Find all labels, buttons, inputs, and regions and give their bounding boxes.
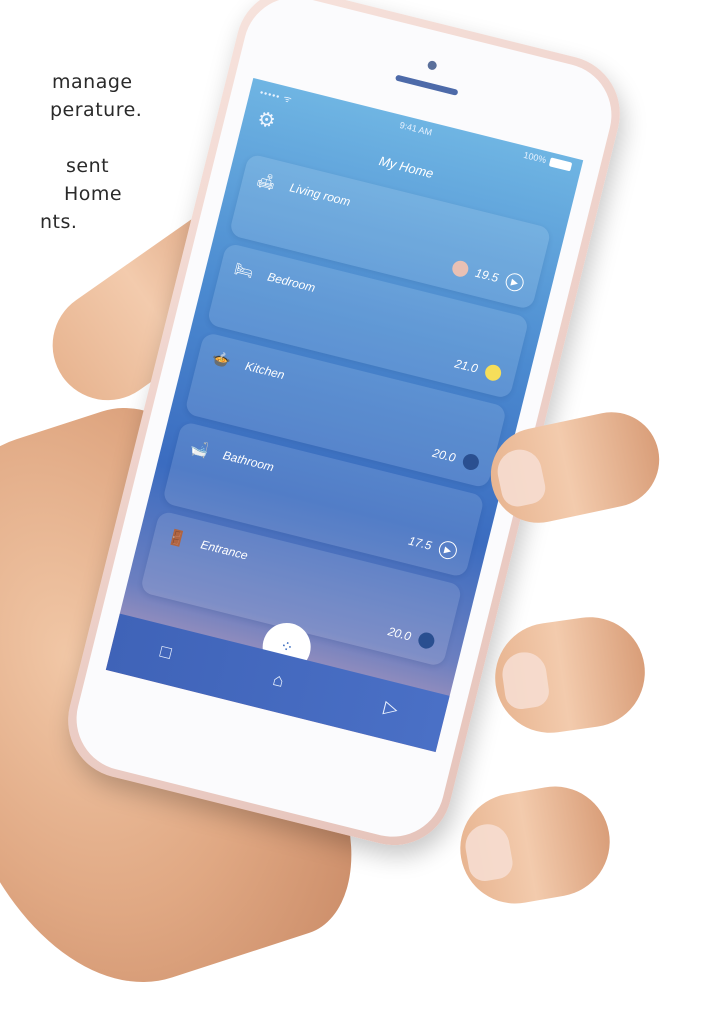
room-temperature: 21.0 [453, 356, 480, 376]
room-name: Living room [288, 180, 352, 209]
finger [488, 610, 652, 740]
battery-percent: 100% [522, 149, 548, 166]
sofa-icon: 🛋 [254, 171, 278, 193]
finger [451, 777, 619, 913]
battery-indicator: 100% [523, 150, 573, 172]
room-name: Entrance [199, 537, 250, 563]
fingernail [499, 649, 551, 712]
room-name: Bathroom [221, 448, 276, 475]
front-camera [426, 59, 438, 71]
thermometer-icon [450, 258, 470, 279]
status-time: 9:41 AM [398, 119, 434, 138]
room-temperature: 17.5 [407, 533, 434, 553]
room-name: Bedroom [266, 269, 317, 295]
door-icon: 🚪 [165, 528, 189, 550]
fingernail [493, 445, 549, 510]
play-icon[interactable]: ▶ [436, 539, 459, 561]
room-temperature: 20.0 [430, 445, 458, 465]
fingernail [462, 820, 516, 884]
play-icon[interactable]: ▶ [503, 271, 526, 294]
caption-line: manage [52, 71, 133, 93]
bulb-icon[interactable] [483, 363, 503, 383]
room-temperature: 20.0 [386, 624, 413, 644]
caption-line: sent [66, 155, 110, 177]
signal-indicator: ••••• ᯤ [258, 87, 294, 106]
battery-icon [548, 156, 573, 171]
play-icon[interactable]: ▷ [374, 691, 408, 725]
bath-icon: 🛁 [188, 438, 211, 460]
room-list: 🛋 Living room 19.5 ▶ 🛏 Bedroom 21.0 🍲 Ki… [138, 153, 552, 675]
bed-icon: 🛏 [232, 260, 256, 282]
room-temperature: 19.5 [473, 265, 500, 285]
pot-icon: 🍲 [210, 349, 233, 371]
home-icon[interactable]: ⌂ [261, 663, 295, 697]
room-name: Kitchen [243, 358, 287, 383]
drop-icon[interactable] [461, 452, 481, 472]
drop-icon[interactable] [416, 630, 437, 651]
square-icon[interactable]: □ [149, 635, 183, 669]
caption-line: perature. [50, 99, 143, 121]
earpiece [394, 74, 459, 96]
